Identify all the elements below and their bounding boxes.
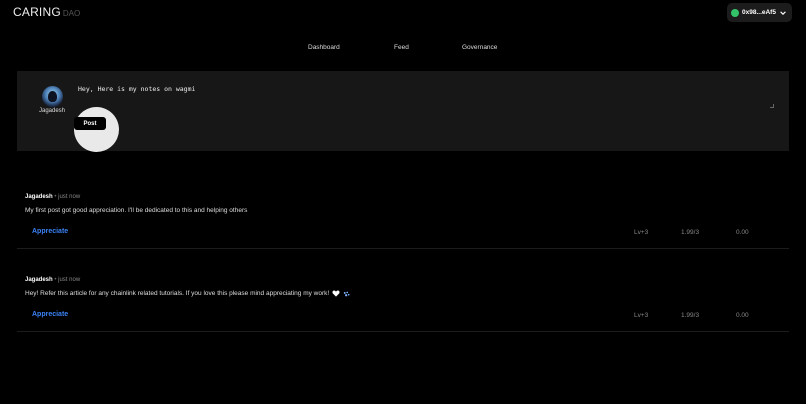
post-author[interactable]: Jagadesh <box>25 194 53 200</box>
post-author[interactable]: Jagadesh <box>25 277 53 283</box>
post-amount: 0.00 <box>736 312 749 319</box>
appreciate-button[interactable]: Appreciate <box>32 228 68 235</box>
paws-icon <box>343 291 350 296</box>
nav-governance[interactable]: Governance <box>462 44 497 51</box>
post-text: Hey! Refer this article for any chainlin… <box>25 290 330 297</box>
post-ratio: 1.99/3 <box>681 229 700 236</box>
chevron-down-icon <box>780 10 786 15</box>
brand-logo[interactable]: CARING DAO <box>13 5 80 19</box>
feed-post: Jagadesh • just now My first post got go… <box>17 194 789 249</box>
nav-dashboard[interactable]: Dashboard <box>308 44 340 51</box>
brand-suffix: DAO <box>62 9 81 18</box>
post-body: My first post got good appreciation. I'l… <box>25 207 247 214</box>
composer-user-name: Jagadesh <box>39 108 66 114</box>
post-ratio: 1.99/3 <box>681 312 700 319</box>
wallet-address: 0x98...eAf5 <box>742 9 776 16</box>
post-input[interactable]: Hey, Here is my notes on wagmi <box>78 85 195 93</box>
post-meta: Jagadesh • just now <box>25 194 80 200</box>
post-time: just now <box>58 277 81 283</box>
post-time: just now <box>58 194 81 200</box>
main-nav: Dashboard Feed Governance <box>0 44 806 54</box>
post-body: Hey! Refer this article for any chainlin… <box>25 290 350 297</box>
resize-handle-icon[interactable] <box>770 104 774 108</box>
post-meta: Jagadesh • just now <box>25 277 80 283</box>
meta-separator: • <box>54 277 57 283</box>
post-composer: Jagadesh Hey, Here is my notes on wagmi … <box>17 71 789 152</box>
wallet-button[interactable]: 0x98...eAf5 <box>727 3 792 22</box>
post-level: Lv+3 <box>634 229 649 236</box>
wallet-status-icon <box>731 8 739 17</box>
meta-separator: • <box>54 194 57 200</box>
feed-post: Jagadesh • just now Hey! Refer this arti… <box>17 277 789 332</box>
post-text: My first post got good appreciation. I'l… <box>25 207 248 214</box>
post-level: Lv+3 <box>634 312 649 319</box>
heart-icon <box>332 290 340 297</box>
post-amount: 0.00 <box>736 229 749 236</box>
nav-feed[interactable]: Feed <box>394 44 409 51</box>
appreciate-button[interactable]: Appreciate <box>32 311 68 318</box>
avatar <box>42 86 63 107</box>
brand-name: CARING <box>13 5 61 19</box>
post-button[interactable]: Post <box>74 117 106 130</box>
